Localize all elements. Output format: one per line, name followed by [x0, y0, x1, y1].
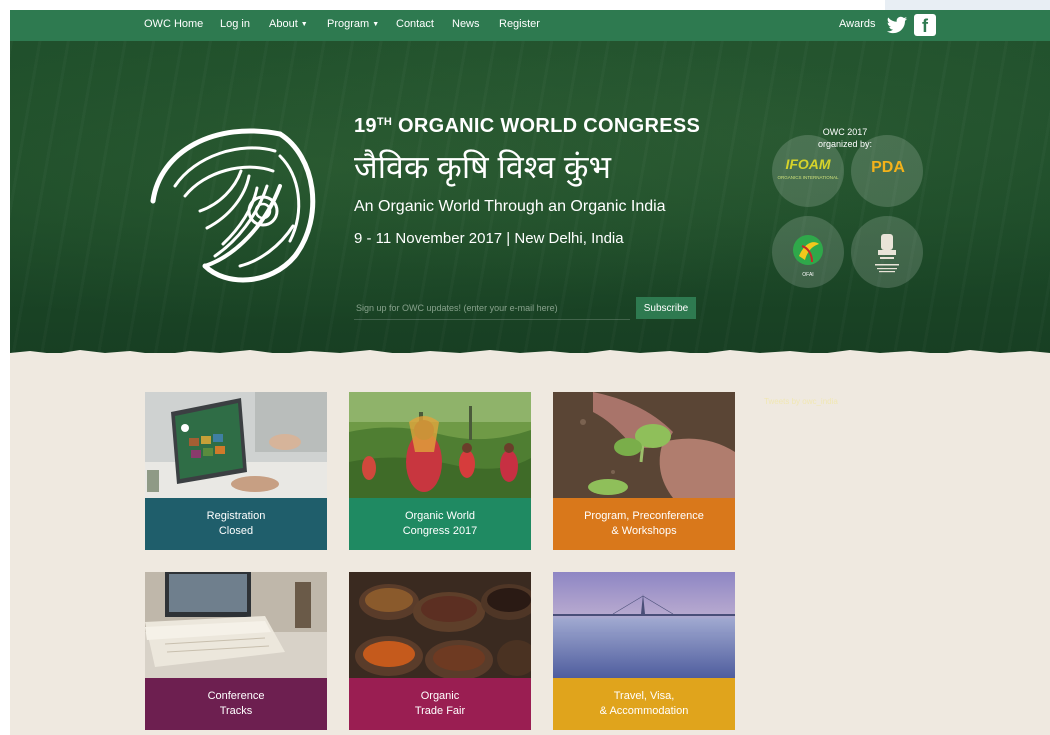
tile-band: Organic World Congress 2017 — [349, 498, 531, 550]
tile-band: Program, Preconference & Workshops — [553, 498, 735, 550]
caret-down-icon: ▼ — [300, 21, 308, 28]
hindi-title: जैविक कृषि विश्व कुंभ — [354, 149, 611, 185]
ashoka-emblem-icon — [875, 234, 899, 273]
nav-item-program[interactable]: Program ▼ — [327, 18, 379, 30]
nav-item-about[interactable]: About ▼ — [269, 18, 308, 30]
tile-program-preconference[interactable]: Program, Preconference & Workshops — [553, 392, 735, 550]
pda-logo[interactable]: PDA — [851, 135, 923, 207]
tile-travel-visa[interactable]: Travel, Visa, & Accommodation — [553, 572, 735, 730]
tile-registration[interactable]: Registration Closed — [145, 392, 327, 550]
corner-strip — [885, 0, 1050, 10]
subscribe-button[interactable]: Subscribe — [636, 297, 696, 319]
tile-image-tea-pickers — [349, 392, 531, 498]
nav-item-news[interactable]: News — [452, 18, 480, 30]
tile-image-laptop — [145, 392, 327, 498]
email-signup-input[interactable] — [354, 297, 630, 320]
svg-text:OFAI: OFAI — [802, 272, 813, 278]
top-navigation: OWC Home Log in About ▼ Program ▼ Contact … — [10, 10, 1050, 41]
nav-item-register[interactable]: Register — [499, 18, 540, 30]
tile-band: Registration Closed — [145, 498, 327, 550]
congress-title: 19TH ORGANIC WORLD CONGRESS — [354, 115, 701, 137]
tile-image-seedling-hands — [553, 392, 735, 498]
twitter-icon[interactable] — [886, 13, 908, 37]
tile-image-sea-bridge — [553, 572, 735, 678]
ifoam-logo[interactable]: IFOAM ORGANICS INTERNATIONAL — [772, 135, 844, 207]
nav-item-contact[interactable]: Contact — [396, 18, 434, 30]
tile-image-spices — [349, 572, 531, 678]
browser-viewport: OWC Home Log in About ▼ Program ▼ Contact … — [10, 10, 1050, 735]
nav-item-log-in[interactable]: Log in — [220, 18, 250, 30]
ofai-logo[interactable]: OFAI — [772, 216, 844, 288]
torn-edge-divider — [10, 350, 1050, 361]
tagline: An Organic World Through an Organic Indi… — [354, 198, 666, 215]
tile-band: Conference Tracks — [145, 678, 327, 730]
caret-down-icon: ▼ — [372, 21, 380, 28]
twitter-timeline-link[interactable]: Tweets by owc_india — [764, 397, 838, 406]
tile-band: Travel, Visa, & Accommodation — [553, 678, 735, 730]
hero-banner: 19TH ORGANIC WORLD CONGRESS जैविक कृषि व… — [10, 41, 1050, 353]
tile-image-notebook — [145, 572, 327, 678]
nav-item-owc-home[interactable]: OWC Home — [144, 18, 203, 30]
ministry-emblem-logo[interactable] — [851, 216, 923, 288]
owc-logo-icon — [150, 128, 316, 283]
facebook-icon[interactable]: f — [914, 14, 936, 36]
ofai-emblem-icon: OFAI — [793, 235, 823, 278]
tile-organic-world-congress[interactable]: Organic World Congress 2017 — [349, 392, 531, 550]
tile-conference-tracks[interactable]: Conference Tracks — [145, 572, 327, 730]
nav-item-awards[interactable]: Awards — [839, 18, 875, 30]
tile-band: Organic Trade Fair — [349, 678, 531, 730]
event-dates: 9 - 11 November 2017 | New Delhi, India — [354, 230, 624, 247]
tile-organic-trade-fair[interactable]: Organic Trade Fair — [349, 572, 531, 730]
